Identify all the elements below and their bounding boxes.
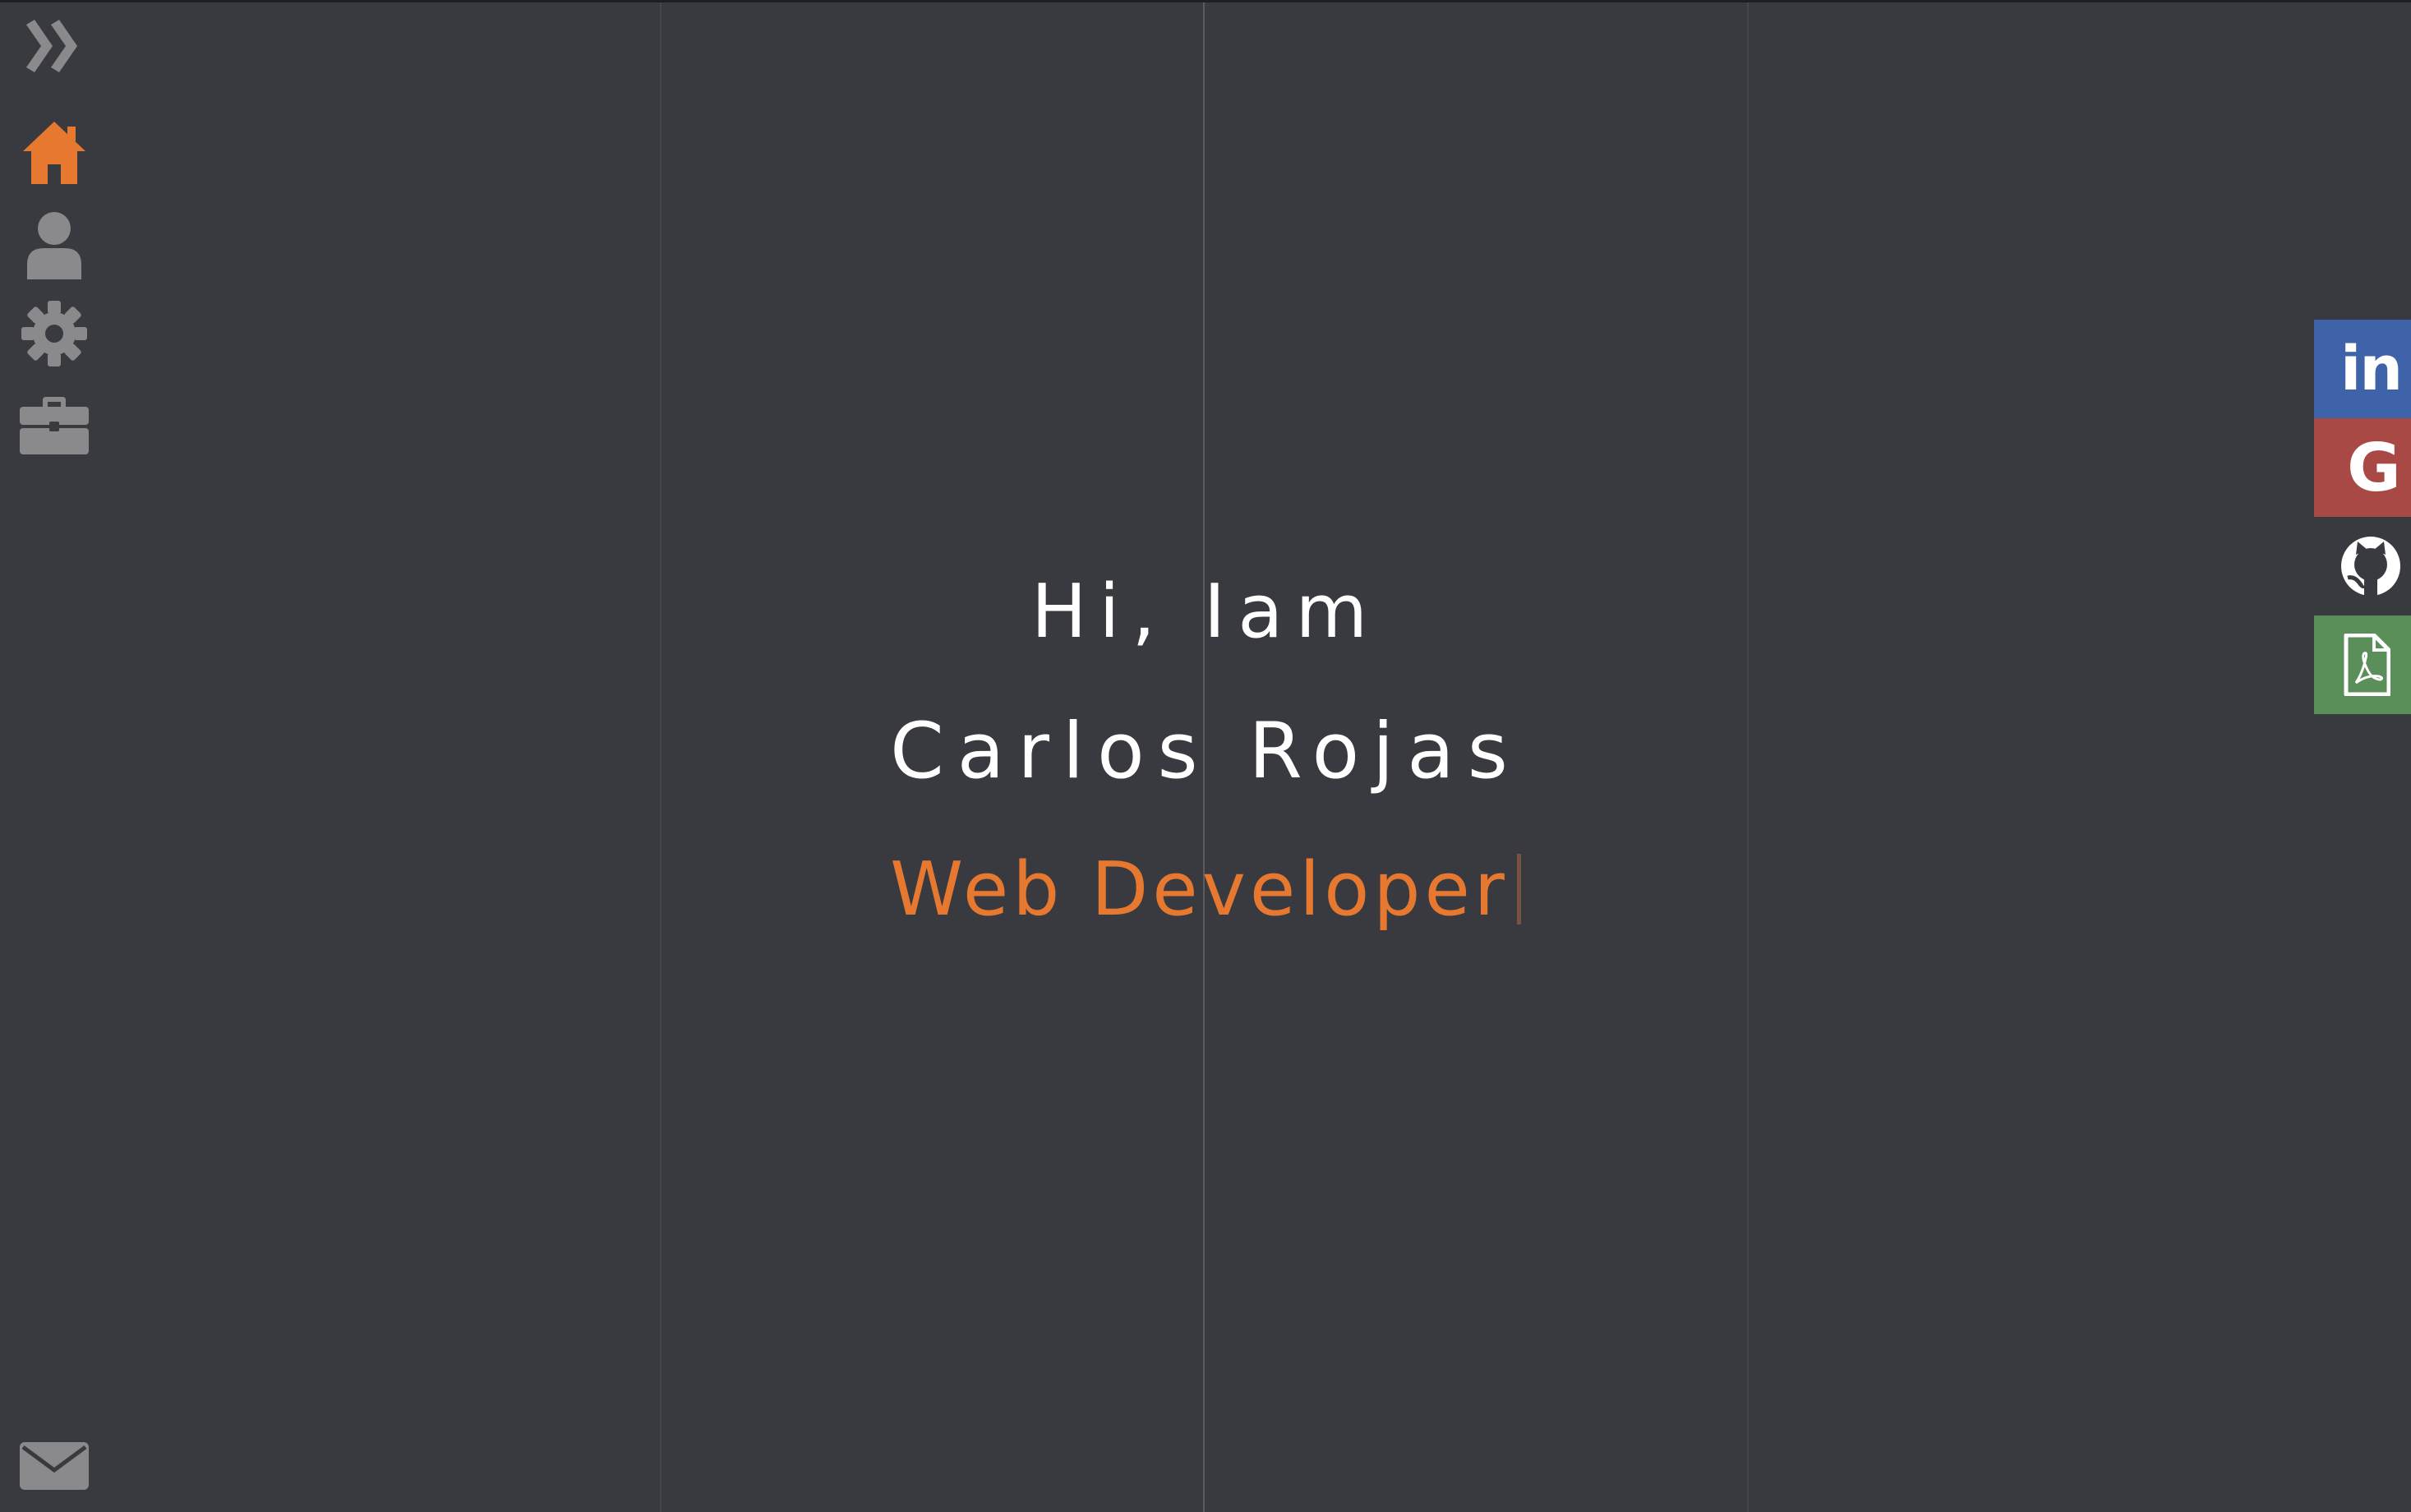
sidebar-item-about[interactable] <box>12 205 97 284</box>
hero-name: Carlos Rojas <box>890 707 1521 796</box>
briefcase-icon <box>20 397 89 454</box>
grid-line <box>660 2 662 1512</box>
gear-icon <box>21 301 87 366</box>
mail-icon <box>20 1442 89 1490</box>
user-icon <box>27 212 81 279</box>
home-icon <box>23 122 85 184</box>
hero-role: Web Developer <box>890 846 1509 933</box>
sidebar-item-skills[interactable] <box>12 294 97 373</box>
hero-greeting: Hi, Iam <box>1030 569 1381 655</box>
sidebar-item-contact[interactable] <box>12 1427 97 1505</box>
top-border <box>0 0 2411 2</box>
github-icon <box>2341 537 2400 597</box>
grid-line-center <box>1203 2 1205 1512</box>
pdf-icon <box>2344 634 2390 696</box>
sidebar-item-portfolio[interactable] <box>12 386 97 465</box>
resume-pdf-link[interactable] <box>2314 615 2411 714</box>
double-chevron-right-icon <box>26 20 77 72</box>
grid-line <box>1747 2 1749 1512</box>
hero-section: Hi, Iam Carlos Rojas Web Developer <box>0 0 2411 1512</box>
linkedin-icon: in <box>2340 334 2403 404</box>
linkedin-link[interactable]: in <box>2314 320 2411 418</box>
sidebar-expand-button[interactable] <box>12 7 97 85</box>
hero-role-line: Web Developer <box>0 846 2411 933</box>
sidebar-item-home[interactable] <box>12 113 97 192</box>
sidebar-nav <box>0 0 108 1512</box>
typing-cursor <box>1516 854 1521 924</box>
google-icon: G <box>2347 429 2401 506</box>
github-link[interactable] <box>2314 517 2411 615</box>
google-link[interactable]: G <box>2314 418 2411 517</box>
social-links: in G <box>2314 320 2411 714</box>
